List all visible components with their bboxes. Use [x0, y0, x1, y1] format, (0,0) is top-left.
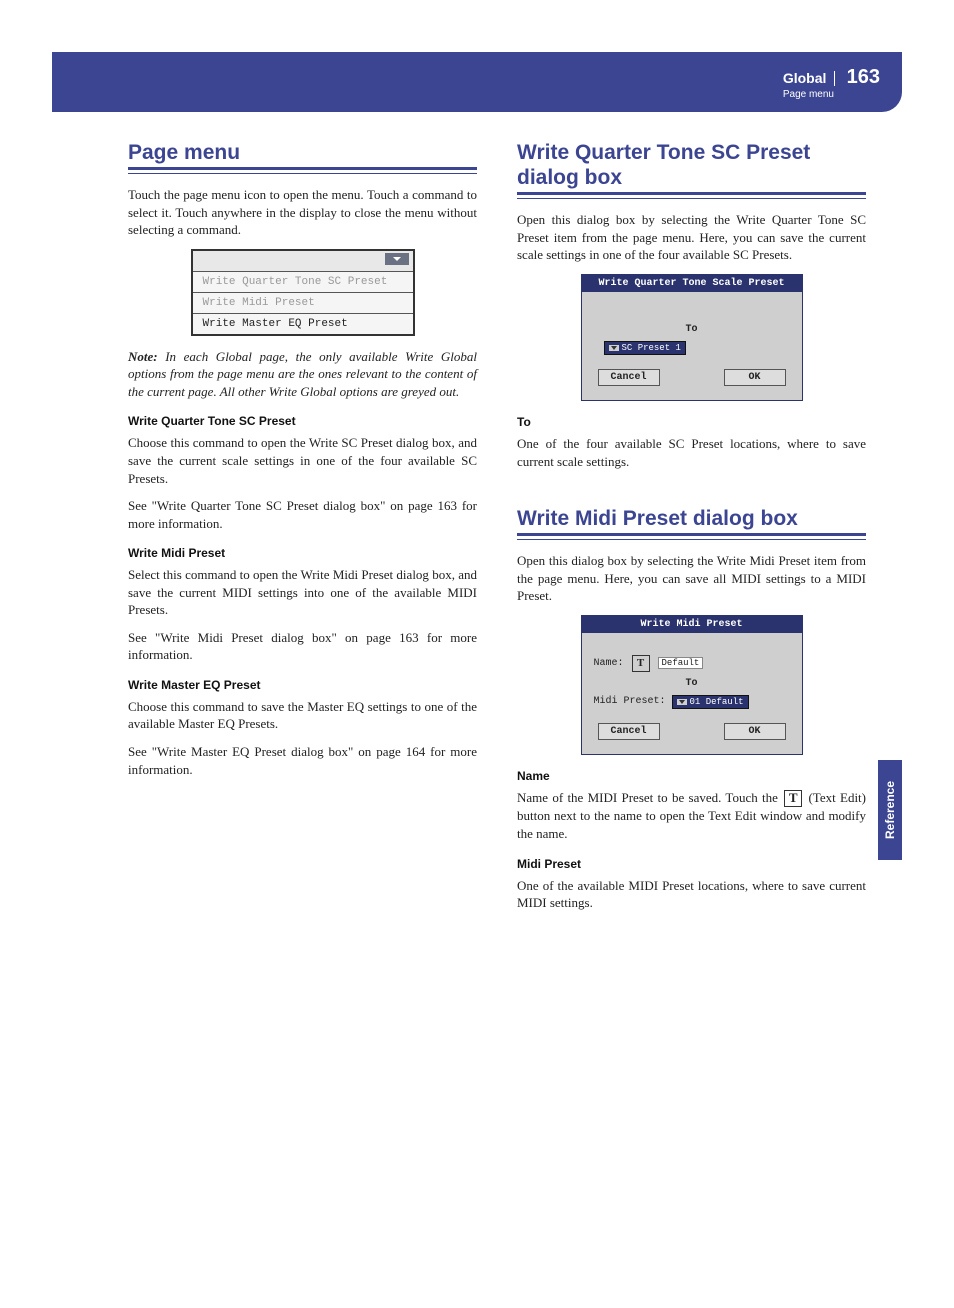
ok-button[interactable]: OK	[724, 369, 786, 386]
header-section: Global	[783, 71, 836, 86]
dialog-title: Write Quarter Tone Scale Preset	[582, 275, 802, 292]
dialog-to-label: To	[594, 324, 790, 335]
label-midi-preset: Midi Preset:	[594, 696, 666, 707]
heading-write-midi-dialog: Write Midi Preset dialog box	[517, 506, 866, 531]
text-midi-dialog-intro: Open this dialog box by selecting the Wr…	[517, 552, 866, 605]
input-name[interactable]: Default	[658, 657, 704, 669]
header-subtitle: Page menu	[783, 89, 880, 100]
text-write-sc-a: Choose this command to open the Write SC…	[128, 434, 477, 487]
dropdown-arrow-icon[interactable]	[385, 253, 409, 265]
menu-item-write-master-eq[interactable]: Write Master EQ Preset	[193, 313, 413, 334]
text-edit-icon: T	[784, 790, 802, 807]
text-to-desc: One of the four available SC Preset loca…	[517, 435, 866, 470]
text-write-eq-a: Choose this command to save the Master E…	[128, 698, 477, 733]
subhead-name: Name	[517, 769, 866, 783]
dialog-write-sc-preset: Write Quarter Tone Scale Preset To SC Pr…	[581, 274, 803, 401]
heading-rule	[128, 167, 477, 174]
subhead-write-sc: Write Quarter Tone SC Preset	[128, 414, 477, 428]
text-name-desc: Name of the MIDI Preset to be saved. Tou…	[517, 789, 866, 843]
page-header: Global 163 Page menu	[52, 52, 902, 112]
text-write-eq-b: See "Write Master EQ Preset dialog box" …	[128, 743, 477, 778]
menu-item-write-midi-preset[interactable]: Write Midi Preset	[193, 292, 413, 313]
text-write-sc-b: See "Write Quarter Tone SC Preset dialog…	[128, 497, 477, 532]
text-sc-dialog-intro: Open this dialog box by selecting the Wr…	[517, 211, 866, 264]
cancel-button[interactable]: Cancel	[598, 723, 660, 740]
text-page-menu-intro: Touch the page menu icon to open the men…	[128, 186, 477, 239]
dialog-to-label: To	[594, 678, 790, 689]
menu-item-write-sc-preset[interactable]: Write Quarter Tone SC Preset	[193, 271, 413, 292]
side-tab-reference: Reference	[878, 760, 902, 860]
page-menu-dropdown: Write Quarter Tone SC Preset Write Midi …	[191, 249, 415, 336]
subhead-write-eq: Write Master EQ Preset	[128, 678, 477, 692]
heading-rule	[517, 533, 866, 540]
cancel-button[interactable]: Cancel	[598, 369, 660, 386]
text-write-midi-a: Select this command to open the Write Mi…	[128, 566, 477, 619]
subhead-write-midi: Write Midi Preset	[128, 546, 477, 560]
heading-write-sc-dialog: Write Quarter Tone SC Preset dialog box	[517, 140, 866, 190]
dialog-title: Write Midi Preset	[582, 616, 802, 633]
text-write-midi-b: See "Write Midi Preset dialog box" on pa…	[128, 629, 477, 664]
label-name: Name:	[594, 658, 624, 669]
heading-page-menu: Page menu	[128, 140, 477, 165]
text-midi-preset-desc: One of the available MIDI Preset locatio…	[517, 877, 866, 912]
header-page-number: 163	[839, 66, 880, 89]
subhead-to: To	[517, 415, 866, 429]
subhead-midi-preset: Midi Preset	[517, 857, 866, 871]
note-text: Note: In each Global page, the only avai…	[128, 348, 477, 401]
dropdown-midi-preset[interactable]: 01 Default	[672, 695, 749, 709]
heading-rule	[517, 192, 866, 199]
dialog-write-midi-preset: Write Midi Preset Name: T Default To Mid…	[581, 615, 803, 755]
text-edit-icon[interactable]: T	[632, 655, 650, 672]
ok-button[interactable]: OK	[724, 723, 786, 740]
dropdown-sc-preset[interactable]: SC Preset 1	[604, 341, 686, 355]
